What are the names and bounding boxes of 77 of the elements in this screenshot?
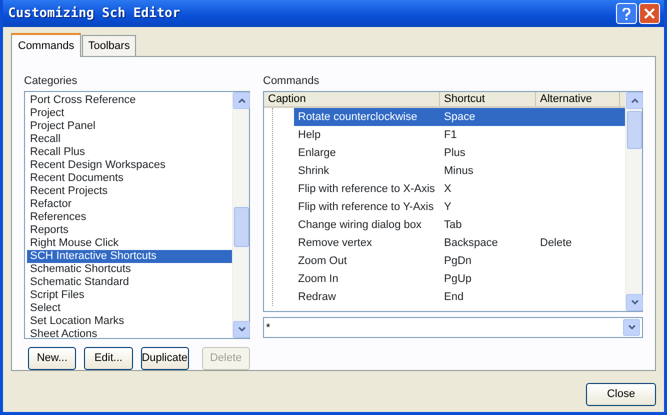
column-header[interactable]: Alternative	[536, 92, 620, 106]
table-cell-text: Rotate counterclockwise	[297, 110, 418, 125]
list-item[interactable]: Set Location Marks	[27, 315, 232, 328]
table-cell-text: Tab	[443, 218, 463, 233]
list-item[interactable]: References	[27, 211, 232, 224]
column-header[interactable]: Shortcut	[440, 92, 536, 106]
table-row[interactable]: Change wiring dialog box Tab	[294, 216, 625, 234]
scroll-down-button[interactable]	[233, 321, 250, 338]
list-item[interactable]: Reports	[27, 224, 232, 237]
table-cell-text: Remove vertex	[297, 236, 373, 251]
scroll-up-button[interactable]	[233, 92, 250, 109]
list-item[interactable]: SCH Interactive Shortcuts	[27, 250, 232, 263]
commands-label: Commands	[263, 75, 320, 88]
table-row[interactable]: Zoom In PgUp	[294, 270, 625, 288]
table-cell-text: PgDn	[443, 254, 473, 269]
tab[interactable]: Toolbars	[82, 34, 136, 56]
table-cell-text: Help	[297, 128, 322, 143]
close-button[interactable]	[639, 3, 660, 24]
dialog-button[interactable]: Duplicate	[140, 347, 189, 370]
table-row[interactable]: Rotate counterclockwise Space	[294, 108, 625, 126]
table-row[interactable]: Help F1	[294, 126, 625, 144]
list-item[interactable]: Schematic Shortcuts	[27, 263, 232, 276]
scroll-down-button[interactable]	[626, 294, 643, 311]
categories-label: Categories	[24, 75, 78, 88]
list-item[interactable]: Refactor	[27, 198, 232, 211]
scrollbar-thumb[interactable]	[234, 207, 249, 247]
window-title: Customizing Sch Editor	[8, 4, 182, 23]
table-row[interactable]: Flip with reference to Y-Axis Y	[294, 198, 625, 216]
list-item[interactable]: Schematic Standard	[27, 276, 232, 289]
table-cell-text: Zoom In	[297, 272, 340, 287]
list-item[interactable]: Script Files	[27, 289, 232, 302]
table-row[interactable]: Flip with reference to X-Axis X	[294, 180, 625, 198]
scrollbar-thumb[interactable]	[627, 111, 642, 149]
list-item[interactable]: Project Panel	[27, 120, 232, 133]
table-row[interactable]: Redraw End	[294, 288, 625, 306]
table-cell-text: X	[443, 182, 452, 197]
list-item[interactable]: Recent Documents	[27, 172, 232, 185]
list-item[interactable]: Recent Projects	[27, 185, 232, 198]
table-cell-text: End	[443, 290, 465, 305]
table-cell-text: Shrink	[297, 164, 330, 179]
table-cell-text: Y	[443, 200, 452, 215]
list-item[interactable]: Sheet Actions	[27, 328, 232, 338]
list-item[interactable]: Port Cross Reference	[27, 94, 232, 107]
dialog-button[interactable]: Edit...	[84, 347, 132, 370]
list-item[interactable]: Select	[27, 302, 232, 315]
table-row[interactable]: Zoom Out PgDn	[294, 252, 625, 270]
tab[interactable]: Commands	[11, 32, 82, 57]
list-item[interactable]: Right Mouse Click	[27, 237, 232, 250]
table-row[interactable]: Remove vertex Backspace Delete	[294, 234, 625, 252]
list-item[interactable]: Recent Design Workspaces	[27, 159, 232, 172]
list-item[interactable]: Recall	[27, 133, 232, 146]
list-item[interactable]: Project	[27, 107, 232, 120]
table-cell-text: Zoom Out	[297, 254, 348, 269]
close-dialog-button[interactable]: Close	[586, 383, 656, 406]
table-cell-text: Minus	[443, 164, 474, 179]
table-cell-text: Change wiring dialog box	[297, 218, 423, 233]
list-item[interactable]: Recall Plus	[27, 146, 232, 159]
question-mark-icon	[622, 8, 631, 20]
dropdown-button[interactable]	[623, 319, 640, 336]
table-cell-text: PgUp	[443, 272, 473, 287]
table-cell-text: Redraw	[297, 290, 337, 305]
help-button[interactable]	[616, 3, 637, 24]
table-cell-text: Backspace	[443, 236, 499, 251]
dialog-button[interactable]: New...	[28, 347, 76, 370]
table-cell-text: Enlarge	[297, 146, 337, 161]
table-row[interactable]: Shrink Minus	[294, 162, 625, 180]
table-cell-text: Space	[443, 110, 476, 125]
table-cell-text: Plus	[443, 146, 466, 161]
table-cell-text: Flip with reference to X-Axis	[297, 182, 436, 197]
column-header[interactable]: Caption	[264, 92, 440, 106]
close-icon	[644, 8, 655, 19]
table-cell-text: Delete	[539, 236, 573, 251]
filter-combo[interactable]: *	[263, 317, 643, 338]
table-cell-text: Flip with reference to Y-Axis	[297, 200, 435, 215]
table-cell-text: F1	[443, 128, 458, 143]
table-row[interactable]: Enlarge Plus	[294, 144, 625, 162]
scroll-up-button[interactable]	[626, 92, 643, 109]
